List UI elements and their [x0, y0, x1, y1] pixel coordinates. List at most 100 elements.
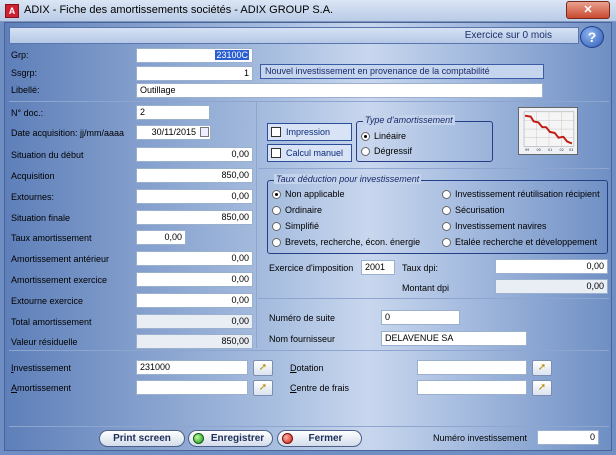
montant-dpi-value: 0,00 [495, 279, 608, 294]
total-amort-value: 0,00 [136, 314, 253, 329]
checkbox-icon [271, 148, 281, 158]
radio-non-applicable[interactable]: Non applicable [272, 189, 345, 200]
radio-navires[interactable]: Investissement navires [442, 221, 547, 232]
situation-debut-label: Situation du début [11, 150, 84, 160]
ssgrp-label: Ssgrp: [11, 68, 38, 78]
grp-value: 23100C [215, 50, 249, 60]
taux-dpi-input[interactable]: 0,00 [495, 259, 608, 274]
lookup-icon[interactable]: ➚ [253, 360, 273, 376]
grp-input[interactable]: 23100C [136, 48, 253, 63]
numero-investissement-input[interactable]: 0 [537, 430, 599, 445]
numero-suite-input[interactable]: 0 [381, 310, 460, 325]
radio-reutilisation-recipient[interactable]: Investissement réutilisation récipient [442, 189, 600, 200]
divider [9, 101, 609, 102]
checkbox-icon [271, 127, 281, 137]
ssgrp-input[interactable]: 1 [136, 66, 253, 81]
radio-degressif[interactable]: Dégressif [361, 146, 412, 157]
amort-anterieur-label: Amortissement antérieur [11, 254, 110, 264]
radio-securisation[interactable]: Sécurisation [442, 205, 505, 216]
radio-selected-icon [361, 132, 370, 141]
radio-label: Brevets, recherche, écon. énergie [285, 237, 421, 247]
situation-finale-input[interactable]: 850,00 [136, 210, 253, 225]
numero-investissement-label: Numéro investissement [433, 433, 528, 443]
situation-debut-input[interactable]: 0,00 [136, 147, 253, 162]
impression-label: Impression [286, 127, 331, 137]
radio-label: Ordinaire [285, 205, 323, 215]
extourne-exercice-input[interactable]: 0,00 [136, 293, 253, 308]
radio-lineaire-label: Linéaire [374, 131, 407, 141]
depreciation-chart-icon: 99 00 01 02 03 [518, 107, 578, 155]
divider [258, 298, 609, 299]
amortissement-account-input[interactable] [136, 380, 248, 395]
print-screen-button[interactable]: Print screen [99, 430, 185, 447]
svg-text:01: 01 [548, 148, 552, 152]
label-text: entre de frais [296, 383, 350, 393]
taux-deduction-title: Taux déduction pour investissement [274, 174, 422, 184]
label-text: nvestissement [13, 363, 72, 373]
extournes-input[interactable]: 0,00 [136, 189, 253, 204]
radio-simplifie[interactable]: Simplifié [272, 221, 319, 232]
centre-frais-input[interactable] [417, 380, 527, 395]
radio-lineaire[interactable]: Linéaire [361, 131, 406, 142]
lookup-icon[interactable]: ➚ [532, 360, 552, 376]
calcul-manuel-checkbox[interactable]: Calcul manuel [267, 144, 352, 162]
numero-suite-label: Numéro de suite [269, 313, 336, 323]
ndoc-input[interactable]: 2 [136, 105, 210, 120]
amort-anterieur-input[interactable]: 0,00 [136, 251, 253, 266]
dotation-account-input[interactable] [417, 360, 527, 375]
dotation-account-label: Dotation [290, 363, 324, 373]
label-text: mortissement [17, 383, 72, 393]
radio-label: Etalée recherche et développement [455, 237, 598, 247]
exercise-header: Exercice sur 0 mois [9, 27, 579, 44]
radio-icon [272, 222, 281, 231]
divider [256, 102, 257, 348]
amort-exercice-input[interactable]: 0,00 [136, 272, 253, 287]
impression-checkbox[interactable]: Impression [267, 123, 352, 141]
nom-fournisseur-label: Nom fournisseur [269, 334, 336, 344]
nom-fournisseur-input[interactable]: DELAVENUE SA [381, 331, 527, 346]
acquisition-label: Acquisition [11, 171, 55, 181]
taux-amortissement-input[interactable]: 0,00 [136, 230, 186, 245]
taux-dpi-label: Taux dpi: [402, 263, 439, 273]
radio-selected-icon [272, 190, 281, 199]
red-light-icon [282, 433, 293, 444]
svg-text:03: 03 [569, 148, 573, 152]
extournes-label: Extournes: [11, 192, 55, 202]
radio-ordinaire[interactable]: Ordinaire [272, 205, 322, 216]
lookup-icon[interactable]: ➚ [532, 380, 552, 396]
radio-icon [442, 238, 451, 247]
investissement-account-label: Investissement [11, 363, 71, 373]
divider [258, 168, 609, 169]
grp-label: Grp: [11, 50, 29, 60]
valeur-residuelle-label: Valeur résiduelle [11, 337, 78, 347]
save-button[interactable]: Enregistrer [188, 430, 273, 447]
radio-icon [442, 206, 451, 215]
libelle-input[interactable]: Outillage [136, 83, 543, 98]
radio-label: Investissement navires [455, 221, 547, 231]
calendar-icon[interactable] [200, 127, 209, 137]
exercice-imposition-label: Exercice d'imposition [269, 263, 354, 273]
lookup-icon[interactable]: ➚ [253, 380, 273, 396]
valeur-residuelle-value: 850,00 [136, 334, 253, 349]
extourne-exercice-label: Extourne exercice [11, 296, 84, 306]
total-amort-label: Total amortissement [11, 317, 92, 327]
bottom-toolbar: Print screen Enregistrer Fermer Numéro i… [9, 426, 609, 448]
radio-icon [272, 238, 281, 247]
acquisition-input[interactable]: 850,00 [136, 168, 253, 183]
investissement-account-input[interactable]: 231000 [136, 360, 248, 375]
radio-label: Sécurisation [455, 205, 505, 215]
title-bar: A ADIX - Fiche des amortissements sociét… [0, 0, 616, 22]
svg-text:99: 99 [525, 148, 529, 152]
amortissement-account-label: Amortissement [11, 383, 71, 393]
close-button[interactable]: Fermer [277, 430, 362, 447]
radio-degressif-label: Dégressif [374, 146, 413, 156]
exercise-label: Exercice sur 0 mois [464, 30, 552, 41]
exercice-imposition-input[interactable]: 2001 [361, 260, 395, 275]
radio-etalee-recherche[interactable]: Etalée recherche et développement [442, 237, 597, 248]
help-icon[interactable]: ? [580, 26, 604, 48]
radio-brevets[interactable]: Brevets, recherche, écon. énergie [272, 237, 420, 248]
situation-finale-label: Situation finale [11, 213, 71, 223]
green-light-icon [193, 433, 204, 444]
close-window-button[interactable]: ✕ [566, 1, 610, 19]
svg-text:02: 02 [560, 148, 564, 152]
